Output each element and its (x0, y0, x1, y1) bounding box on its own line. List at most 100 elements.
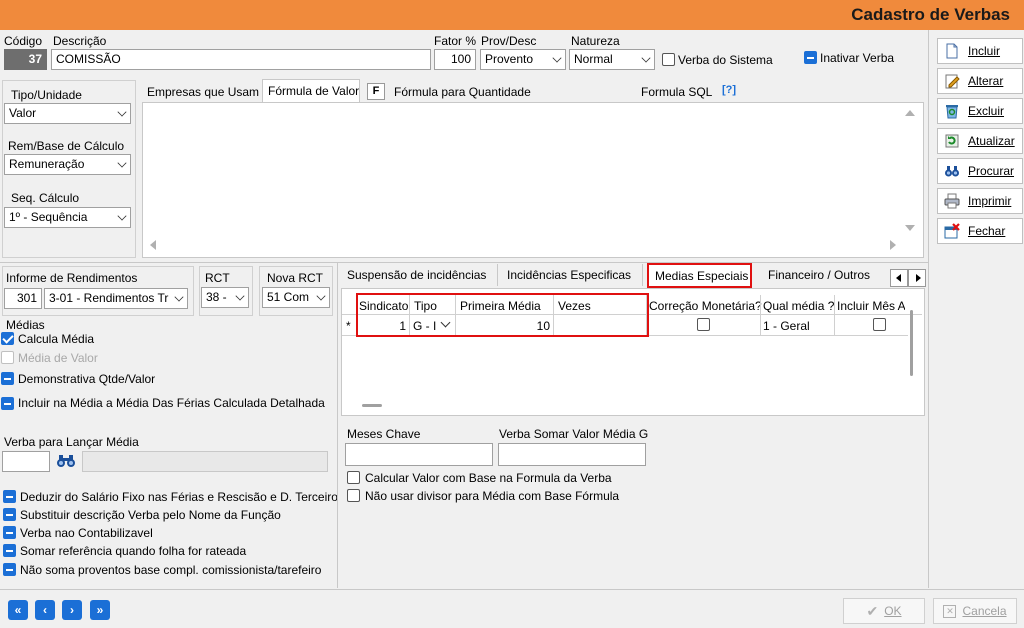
cancel-label: Cancela (962, 604, 1007, 618)
cancel-icon: ✕ (943, 604, 957, 618)
next-record-button[interactable]: › (62, 600, 82, 620)
binoculars-icon[interactable] (56, 453, 76, 469)
formula-editor[interactable] (142, 102, 924, 258)
tab-formula-sql[interactable]: Formula SQL (641, 85, 712, 99)
nao-usar-divisor-label: Não usar divisor para Média com Base Fór… (365, 489, 620, 503)
grid-header-incluir-mes[interactable]: Incluir Mês A (837, 299, 905, 313)
tab-medias-especiais[interactable]: Medias Especiais (655, 269, 748, 283)
medias-label: Médias (6, 318, 45, 332)
scroll-down-icon[interactable] (905, 225, 915, 231)
tab-incidencias[interactable]: Incidências Especificas (507, 268, 631, 282)
scroll-up-icon[interactable] (905, 110, 915, 116)
calcula-media-checkbox[interactable] (1, 332, 14, 345)
tab-scroll-right-button[interactable] (908, 269, 926, 287)
excluir-button[interactable]: Excluir (937, 98, 1023, 124)
grid-hscroll-thumb[interactable] (362, 404, 382, 407)
demonstrativa-checkbox[interactable] (1, 372, 14, 385)
tab-formula-valor[interactable]: Fórmula de Valor (268, 84, 359, 98)
close-window-icon (944, 223, 960, 239)
substituir-checkbox[interactable] (3, 508, 16, 521)
double-chevron-left-icon: « (14, 603, 22, 617)
f-button[interactable]: F (367, 83, 385, 100)
tab-suspensao[interactable]: Suspensão de incidências (347, 268, 486, 282)
provdesc-select[interactable]: Provento (480, 49, 566, 70)
meses-chave-label: Meses Chave (347, 427, 421, 441)
printer-icon (944, 193, 960, 209)
meses-chave-input[interactable] (345, 443, 493, 466)
inativar-checkbox[interactable] (804, 51, 817, 64)
ok-label: OK (884, 604, 902, 618)
incluir-label: Incluir (968, 44, 1001, 58)
double-chevron-right-icon: » (96, 603, 104, 617)
verba-somar-input[interactable] (498, 443, 646, 466)
help-button[interactable]: [?] (722, 84, 736, 96)
deduzir-label: Deduzir do Salário Fixo nas Férias e Res… (20, 490, 338, 504)
atualizar-button[interactable]: Atualizar (937, 128, 1023, 154)
chevron-down-icon (117, 158, 127, 168)
incluir-media-ferias-label: Incluir na Média a Média Das Férias Calc… (18, 396, 325, 410)
alterar-button[interactable]: Alterar (937, 68, 1023, 94)
arrow-left-icon (896, 274, 901, 282)
verba-sistema-label: Verba do Sistema (678, 53, 773, 67)
grid-cell-correcao-checkbox[interactable] (697, 318, 710, 331)
grid-header-qual-media[interactable]: Qual média ? (763, 299, 834, 313)
fechar-button[interactable]: Fechar (937, 218, 1023, 244)
chevron-down-icon (117, 211, 127, 221)
cancel-button[interactable]: ✕ Cancela (933, 598, 1017, 624)
grid-header-correcao[interactable]: Correção Monetária? (649, 299, 762, 313)
nao-usar-divisor-checkbox[interactable] (347, 489, 360, 502)
rem-base-select[interactable]: Remuneração (4, 154, 131, 175)
grid-cell-qual-media[interactable]: 1 - Geral (763, 319, 810, 333)
tipo-unidade-value: Valor (9, 106, 37, 120)
incluir-button[interactable]: Incluir (937, 38, 1023, 64)
verba-lancar-label: Verba para Lançar Média (4, 435, 139, 449)
grid-row-marker: * (346, 319, 351, 333)
deduzir-checkbox[interactable] (3, 490, 16, 503)
first-record-button[interactable]: « (8, 600, 28, 620)
binoculars-icon (944, 163, 960, 179)
natureza-select[interactable]: Normal (569, 49, 655, 70)
tab-formula-quantidade[interactable]: Fórmula para Quantidade (394, 85, 531, 99)
excluir-label: Excluir (968, 104, 1005, 118)
imprimir-button[interactable]: Imprimir (937, 188, 1023, 214)
tab-financeiro[interactable]: Financeiro / Outros (768, 268, 870, 282)
nova-rct-select[interactable]: 51 Com (262, 287, 330, 308)
verba-lancar-input[interactable] (2, 451, 50, 472)
seq-calculo-select[interactable]: 1º - Sequência (4, 207, 131, 228)
informe-select[interactable]: 3-01 - Rendimentos Tr (44, 288, 188, 309)
media-valor-checkbox[interactable] (1, 351, 14, 364)
rct-select[interactable]: 38 - (201, 287, 249, 308)
scroll-left-icon[interactable] (150, 240, 156, 250)
tab-scroll-left-button[interactable] (890, 269, 908, 287)
informe-code-input[interactable]: 301 (4, 288, 42, 309)
fator-input[interactable]: 100 (434, 49, 476, 70)
recycle-icon (944, 103, 960, 119)
verba-sistema-checkbox[interactable] (662, 53, 675, 66)
codigo-field[interactable]: 37 (4, 49, 47, 70)
procurar-button[interactable]: Procurar (937, 158, 1023, 184)
nao-contabilizavel-checkbox[interactable] (3, 526, 16, 539)
somar-referencia-label: Somar referência quando folha for ratead… (20, 544, 247, 558)
codigo-label: Código (4, 34, 43, 48)
previous-record-button[interactable]: ‹ (35, 600, 55, 620)
calcular-formula-checkbox[interactable] (347, 471, 360, 484)
tab-empresas[interactable]: Empresas que Usam (147, 85, 259, 99)
refresh-icon (944, 133, 960, 149)
grid-vscroll-thumb[interactable] (910, 310, 913, 376)
somar-referencia-checkbox[interactable] (3, 544, 16, 557)
descricao-input[interactable]: COMISSÃO (51, 49, 431, 70)
natureza-value: Normal (574, 52, 613, 66)
inativar-label: Inativar Verba (820, 51, 895, 65)
incluir-media-ferias-checkbox[interactable] (1, 397, 14, 410)
nova-rct-value: 51 Com (267, 290, 310, 304)
tipo-unidade-select[interactable]: Valor (4, 103, 131, 124)
ok-button[interactable]: ✔ OK (843, 598, 925, 624)
last-record-button[interactable]: » (90, 600, 110, 620)
substituir-label: Substituir descrição Verba pelo Nome da … (20, 508, 281, 522)
grid-cell-incluir-mes-checkbox[interactable] (873, 318, 886, 331)
nao-soma-proventos-checkbox[interactable] (3, 563, 16, 576)
chevron-down-icon (235, 291, 245, 301)
chevron-right-icon: › (70, 603, 74, 617)
tab-separator (497, 264, 498, 286)
scroll-right-icon[interactable] (890, 240, 896, 250)
